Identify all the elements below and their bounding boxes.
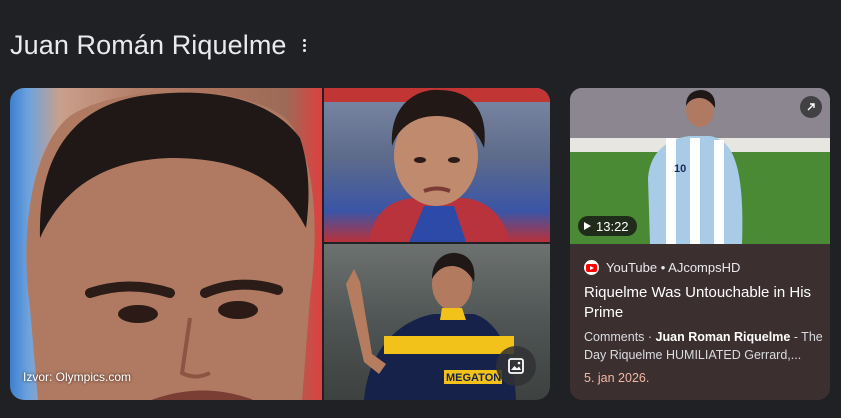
- duration-text: 13:22: [596, 218, 629, 234]
- video-title[interactable]: Riquelme Was Untouchable in His Prime: [584, 283, 820, 323]
- video-duration-badge: 13:22: [578, 216, 637, 236]
- video-source[interactable]: YouTube • AJcompsHD: [584, 260, 740, 275]
- image-credit: Izvor: Olympics.com: [23, 370, 132, 384]
- source-name: YouTube: [606, 260, 658, 275]
- more-vert-icon[interactable]: [301, 35, 308, 56]
- svg-text:MEGATON: MEGATON: [446, 372, 501, 384]
- image-tile-boca-jersey[interactable]: MEGATON: [324, 244, 550, 400]
- video-date: 5. jan 2026.: [584, 371, 650, 385]
- youtube-icon: [584, 260, 599, 275]
- snippet-prefix: Comments ·: [584, 330, 656, 344]
- corner-button[interactable]: [800, 96, 822, 118]
- image-grid: Izvor: Olympics.com MEGATON: [10, 88, 550, 400]
- source-separator: •: [657, 260, 669, 275]
- closeup-image: [324, 88, 550, 242]
- play-icon: [584, 222, 591, 230]
- video-thumbnail[interactable]: 10 13:22: [570, 88, 830, 244]
- knowledge-panel-header: Juan Román Riquelme: [10, 28, 308, 62]
- video-result-card[interactable]: 10 13:22 YouTube • AJcompsHD Riquelme Wa…: [570, 88, 830, 400]
- image-icon: [508, 358, 524, 374]
- video-snippet: Comments · Juan Roman Riquelme - The Day…: [584, 328, 824, 364]
- svg-text:10: 10: [674, 163, 686, 175]
- channel-name: AJcompsHD: [668, 260, 741, 275]
- portrait-image: [26, 91, 315, 400]
- snippet-bold: Juan Roman Riquelme: [655, 330, 791, 344]
- page-title: Juan Román Riquelme: [10, 29, 287, 60]
- image-tile-portrait[interactable]: Izvor: Olympics.com: [10, 88, 322, 400]
- image-search-button[interactable]: [496, 346, 536, 386]
- expand-icon: [807, 103, 815, 111]
- image-tile-closeup[interactable]: [324, 88, 550, 242]
